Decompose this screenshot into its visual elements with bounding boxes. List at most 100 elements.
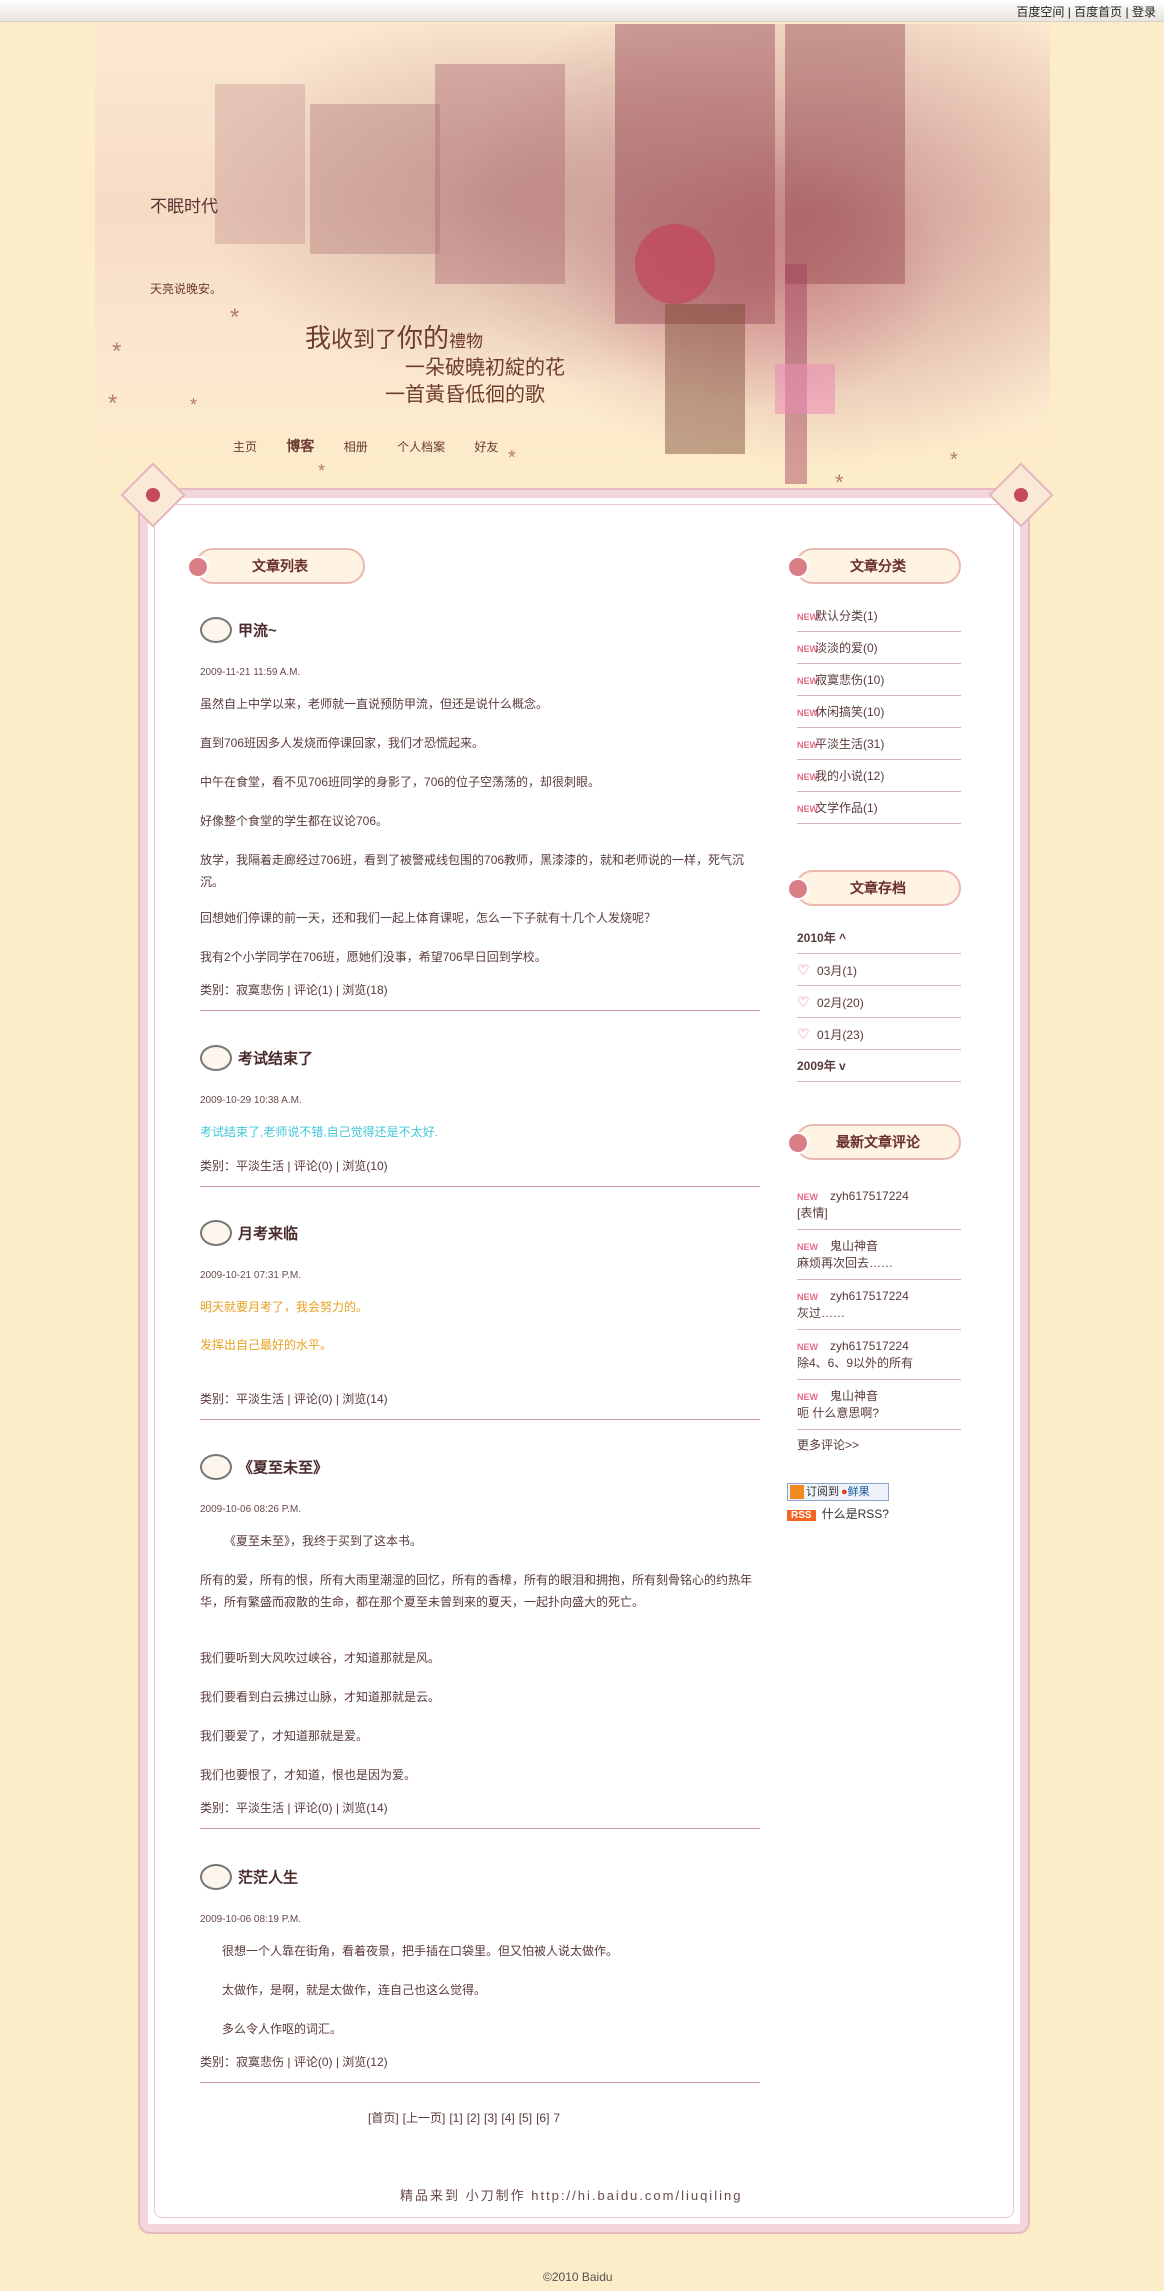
page-link[interactable]: [2] xyxy=(467,2111,480,2125)
post-title[interactable]: 月考来临 xyxy=(200,1220,298,1250)
what-is-rss-link[interactable]: 什么是RSS? xyxy=(822,1507,889,1521)
nav-profile[interactable]: 个人档案 xyxy=(397,440,445,454)
page-link[interactable]: [5] xyxy=(519,2111,532,2125)
post: 《夏至未至》 2009-10-06 08:26 P.M. 《夏至未至》，我终于买… xyxy=(200,1454,760,1834)
post-divider xyxy=(200,1419,760,1420)
comment-item[interactable]: NEW zyh617517224 [表情] xyxy=(797,1184,961,1230)
post-paragraph: 直到706班因多人发烧而停课回家，我们才恐慌起来。 xyxy=(200,736,485,750)
nav-album[interactable]: 相册 xyxy=(344,440,368,454)
rss-feed-icon xyxy=(790,1485,804,1499)
post-title-icon xyxy=(200,1045,232,1071)
nav-blog[interactable]: 博客 xyxy=(286,438,314,454)
post-meta: 类别：平淡生活 | 评论(0) | 浏览(14) xyxy=(200,1392,388,1406)
comments-link[interactable]: 评论(1) xyxy=(294,983,333,997)
post-title-icon xyxy=(200,1454,232,1480)
post-title[interactable]: 甲流~ xyxy=(200,617,277,647)
page-first[interactable]: [首页] xyxy=(368,2111,399,2125)
archive-month[interactable]: ♡ 02月(20) xyxy=(797,986,961,1018)
nav-friends[interactable]: 好友 xyxy=(474,440,498,454)
post-paragraph: 太做作，是啊，就是太做作，连自己也这么觉得。 xyxy=(222,1983,487,1997)
login-link[interactable]: 登录 xyxy=(1132,5,1156,19)
post-paragraph: 虽然自上中学以来，老师就一直说预防甲流，但还是说什么概念。 xyxy=(200,697,549,711)
nav-home[interactable]: 主页 xyxy=(233,440,257,454)
views-link[interactable]: 浏览(14) xyxy=(342,1801,387,1815)
archive-year-2009[interactable]: 2009年 v xyxy=(797,1050,961,1082)
views-link[interactable]: 浏览(10) xyxy=(342,1159,387,1173)
category-label: 类别： xyxy=(200,983,237,997)
category-link[interactable]: 平淡生活 xyxy=(236,1801,284,1815)
categories-title-text: 文章分类 xyxy=(850,558,906,574)
category-item[interactable]: NEW我的小说(12) xyxy=(797,760,961,792)
post-title[interactable]: 考试结束了 xyxy=(200,1045,313,1075)
new-icon: NEW xyxy=(797,708,818,718)
views-link[interactable]: 浏览(14) xyxy=(342,1392,387,1406)
comment-item[interactable]: NEW 鬼山神音 麻烦再次回去…… xyxy=(797,1234,961,1280)
comment-user[interactable]: 鬼山神音 xyxy=(830,1389,878,1403)
page-link[interactable]: [1] xyxy=(449,2111,462,2125)
subscribe-xianguo-button[interactable]: 订阅到 ●鲜果 xyxy=(787,1483,889,1501)
post-date: 2009-10-06 08:19 P.M. xyxy=(200,1914,302,1925)
page-link[interactable]: [4] xyxy=(501,2111,514,2125)
post-divider xyxy=(200,1010,760,1011)
comment-item[interactable]: NEW zyh617517224 灰过…… xyxy=(797,1284,961,1330)
category-label: 类别： xyxy=(200,1159,237,1173)
chevron-up-icon: ^ xyxy=(839,931,847,945)
poem-word: 禮物 xyxy=(449,332,484,352)
archive-year-2010[interactable]: 2010年 ^ xyxy=(797,922,961,954)
rss-badge[interactable]: RSS xyxy=(787,1510,816,1521)
blog-description: 天亮说晚安。 xyxy=(150,282,223,296)
archive-month[interactable]: ♡ 01月(23) xyxy=(797,1018,961,1050)
baidu-space-link[interactable]: 百度空间 xyxy=(1016,5,1064,19)
poem-word: 你的 xyxy=(397,324,450,354)
category-link[interactable]: 平淡生活 xyxy=(236,1392,284,1406)
category-item[interactable]: NEW默认分类(1) xyxy=(797,600,961,632)
comment-item[interactable]: NEW 鬼山神音呃 什么意思啊? xyxy=(797,1384,961,1430)
category-item[interactable]: NEW文学作品(1) xyxy=(797,792,961,824)
blog-name[interactable]: 不眠时代 xyxy=(150,192,218,217)
post: 茫茫人生 2009-10-06 08:19 P.M. 很想一个人靠在街角，看着夜… xyxy=(200,1864,760,2084)
chevron-down-icon: v xyxy=(839,1059,846,1073)
views-link[interactable]: 浏览(18) xyxy=(342,983,387,997)
comment-user[interactable]: zyh617517224 xyxy=(830,1189,909,1203)
star-decoration: * xyxy=(112,338,122,365)
new-icon: NEW xyxy=(797,1242,818,1252)
post-title[interactable]: 《夏至未至》 xyxy=(200,1454,328,1484)
article-list-title-text: 文章列表 xyxy=(252,558,308,574)
views-link[interactable]: 浏览(12) xyxy=(342,2055,387,2069)
rss-row: RSS 什么是RSS? xyxy=(787,1505,889,1522)
comment-text: [表情] xyxy=(797,1206,828,1220)
baidu-home-link[interactable]: 百度首页 xyxy=(1074,5,1122,19)
post-paragraph: 我们也要恨了，才知道，恨也是因为爱。 xyxy=(200,1768,417,1782)
star-decoration: * xyxy=(230,304,240,331)
category-link[interactable]: 寂寞悲伤 xyxy=(236,2055,284,2069)
category-link[interactable]: 寂寞悲伤 xyxy=(236,983,284,997)
comment-user[interactable]: 鬼山神音 xyxy=(830,1239,878,1253)
category-link[interactable]: 平淡生活 xyxy=(236,1159,284,1173)
category-item[interactable]: NEW寂寞悲伤(10) xyxy=(797,664,961,696)
post-date: 2009-11-21 11:59 A.M. xyxy=(200,667,301,678)
comments-link[interactable]: 评论(0) xyxy=(294,1159,333,1173)
post-paragraph: 中午在食堂，看不见706班同学的身影了，706的位子空荡荡的，却很刺眼。 xyxy=(200,775,601,789)
category-item[interactable]: NEW休闲搞笑(10) xyxy=(797,696,961,728)
comment-item[interactable]: NEW zyh617517224 除4、6、9以外的所有 xyxy=(797,1334,961,1380)
more-comments-link[interactable]: 更多评论>> xyxy=(797,1436,859,1453)
pagination: [首页] [上一页] [1] [2] [3] [4] [5] [6] 7 xyxy=(368,2109,564,2126)
comment-user[interactable]: zyh617517224 xyxy=(830,1339,909,1353)
badge-dot xyxy=(787,556,809,578)
new-icon: NEW xyxy=(797,772,818,782)
comments-link[interactable]: 评论(0) xyxy=(294,2055,333,2069)
page-link[interactable]: [6] xyxy=(536,2111,549,2125)
category-item[interactable]: NEW平淡生活(31) xyxy=(797,728,961,760)
comments-link[interactable]: 评论(0) xyxy=(294,1392,333,1406)
comment-user[interactable]: zyh617517224 xyxy=(830,1289,909,1303)
orange-icon: ● xyxy=(841,1486,848,1498)
category-label: 类别： xyxy=(200,1801,237,1815)
archive-month[interactable]: ♡ 03月(1) xyxy=(797,954,961,986)
post-paragraph: 明天就要月考了，我会努力的。 xyxy=(200,1300,369,1314)
category-item[interactable]: NEW淡淡的爱(0) xyxy=(797,632,961,664)
page-link[interactable]: [3] xyxy=(484,2111,497,2125)
comments-link[interactable]: 评论(0) xyxy=(294,1801,333,1815)
separator: | xyxy=(1067,5,1071,19)
post-title[interactable]: 茫茫人生 xyxy=(200,1864,298,1894)
page-prev[interactable]: [上一页] xyxy=(403,2111,446,2125)
